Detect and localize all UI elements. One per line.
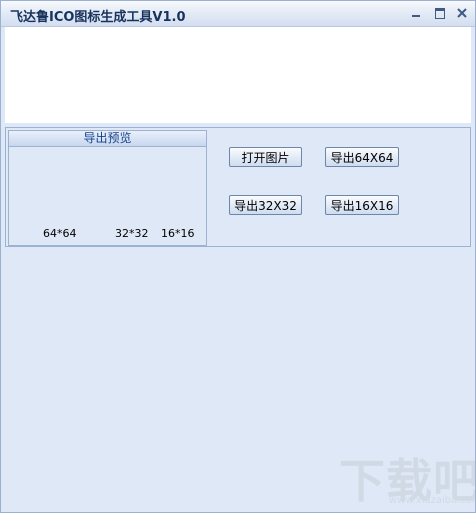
export-preview-group: 导出预览 64*64 32*32 16*16	[8, 130, 207, 246]
app-window: 飞达鲁ICO图标生成工具V1.0 导出预览 64*64 32*32 16*16 …	[0, 0, 476, 513]
close-button[interactable]	[454, 5, 470, 21]
control-panel: 导出预览 64*64 32*32 16*16 打开图片 导出64X64 导出32…	[5, 127, 471, 247]
image-display-area	[5, 27, 471, 123]
title-bar[interactable]: 飞达鲁ICO图标生成工具V1.0	[1, 1, 475, 27]
export-preview-header: 导出预览	[9, 131, 206, 147]
maximize-button[interactable]	[432, 5, 448, 21]
export-64-button[interactable]: 导出64X64	[325, 147, 399, 167]
minimize-icon	[412, 15, 420, 17]
preview-label-16: 16*16	[161, 227, 195, 240]
watermark-url: www.xiazaiba.com	[389, 495, 476, 506]
open-image-button[interactable]: 打开图片	[229, 147, 302, 167]
window-title: 飞达鲁ICO图标生成工具V1.0	[10, 10, 186, 25]
minimize-button[interactable]	[408, 5, 424, 21]
preview-label-64: 64*64	[43, 227, 77, 240]
close-icon	[457, 8, 467, 18]
export-16-button[interactable]: 导出16X16	[325, 195, 399, 215]
preview-label-32: 32*32	[115, 227, 149, 240]
watermark: 下载吧 www.xiazaiba.com	[331, 445, 476, 509]
export-32-button[interactable]: 导出32X32	[229, 195, 302, 215]
maximize-icon	[435, 8, 445, 19]
